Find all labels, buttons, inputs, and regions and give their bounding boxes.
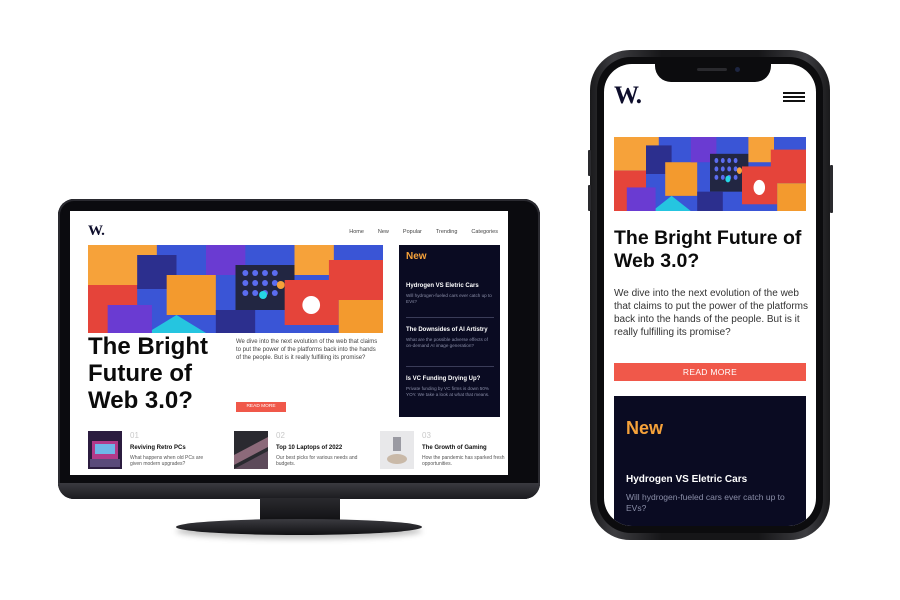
sidebar-heading: New [626, 418, 664, 438]
new-sidebar: New Hydrogen VS Eletric Cars Will hydrog… [614, 396, 806, 526]
divider [406, 366, 494, 367]
article-card[interactable]: 03 The Growth of Gaming How the pandemic… [380, 431, 508, 471]
phone-volume-button [588, 185, 591, 211]
hero-description: We dive into the next evolution of the w… [614, 288, 808, 338]
article-thumbnail [380, 431, 414, 469]
hero-title: The Bright Future of Web 3.0? [614, 227, 802, 272]
nav-categories[interactable]: Categories [471, 229, 498, 235]
article-number: 03 [422, 431, 431, 440]
speaker-grille [697, 68, 727, 71]
article-title[interactable]: The Growth of Gaming [422, 445, 487, 451]
nav-new[interactable]: New [378, 229, 389, 235]
sidebar-article-title[interactable]: Hydrogen VS Eletric Cars [626, 474, 747, 485]
monitor-stand-base [176, 519, 422, 535]
hero-image [614, 137, 806, 211]
sidebar-heading: New [406, 251, 427, 262]
sidebar-article[interactable]: Is VC Funding Drying Up? Private funding… [406, 376, 494, 398]
sidebar-article-desc: Will hydrogen-fueled cars ever catch up … [406, 293, 492, 304]
hero-image [88, 245, 383, 333]
read-more-button[interactable]: READ MORE [236, 402, 286, 412]
article-title[interactable]: Reviving Retro PCs [130, 445, 186, 451]
article-title[interactable]: Top 10 Laptops of 2022 [276, 445, 342, 451]
mobile-screen: W. The Bright Future of Web 3.0? We dive… [604, 64, 816, 526]
site-logo[interactable]: W. [614, 82, 642, 110]
hero-title: The Bright Future of Web 3.0? [88, 333, 208, 414]
phone-volume-button [588, 150, 591, 176]
article-thumbnail [234, 431, 268, 469]
article-card[interactable]: 02 Top 10 Laptops of 2022 Our best picks… [234, 431, 369, 471]
sidebar-article[interactable]: Hydrogen VS Eletric Cars Will hydrogen-f… [406, 283, 494, 305]
nav-trending[interactable]: Trending [436, 229, 458, 235]
nav-popular[interactable]: Popular [403, 229, 422, 235]
front-camera-icon [735, 67, 740, 72]
sidebar-article[interactable]: The Downsides of AI Artistry What are th… [406, 327, 494, 349]
desktop-screen: W. Home New Popular Trending Categories … [70, 211, 508, 475]
sidebar-article-desc: What are the possible adverse effects of… [406, 337, 488, 348]
sidebar-article-title[interactable]: Hydrogen VS Eletric Cars [406, 283, 494, 289]
hamburger-menu-icon[interactable] [783, 92, 805, 102]
divider [406, 317, 494, 318]
article-card[interactable]: 01 Reviving Retro PCs What happens when … [88, 431, 223, 471]
main-nav: Home New Popular Trending Categories [349, 229, 498, 235]
sidebar-article-title[interactable]: The Downsides of AI Artistry [406, 327, 494, 333]
site-logo[interactable]: W. [88, 223, 105, 240]
article-number: 01 [130, 431, 139, 440]
sidebar-article-desc: Will hydrogen-fueled cars ever catch up … [626, 492, 785, 513]
article-desc: Our best picks for various needs and bud… [276, 455, 358, 467]
new-sidebar: New Hydrogen VS Eletric Cars Will hydrog… [399, 245, 500, 417]
sidebar-article-desc: Private funding by VC firms is down 50% … [406, 386, 490, 397]
article-desc: What happens when old PCs are given mode… [130, 455, 204, 467]
sidebar-article-title[interactable]: Is VC Funding Drying Up? [406, 376, 494, 382]
read-more-button[interactable]: READ MORE [614, 363, 806, 381]
phone-power-button [830, 165, 833, 213]
article-cards: 01 Reviving Retro PCs What happens when … [88, 431, 508, 471]
nav-home[interactable]: Home [349, 229, 364, 235]
article-number: 02 [276, 431, 285, 440]
article-thumbnail [88, 431, 122, 469]
monitor-chin [58, 483, 540, 499]
hero-description: We dive into the next evolution of the w… [236, 339, 378, 361]
phone-notch [655, 60, 771, 82]
article-desc: How the pandemic has sparked fresh oppor… [422, 455, 505, 467]
